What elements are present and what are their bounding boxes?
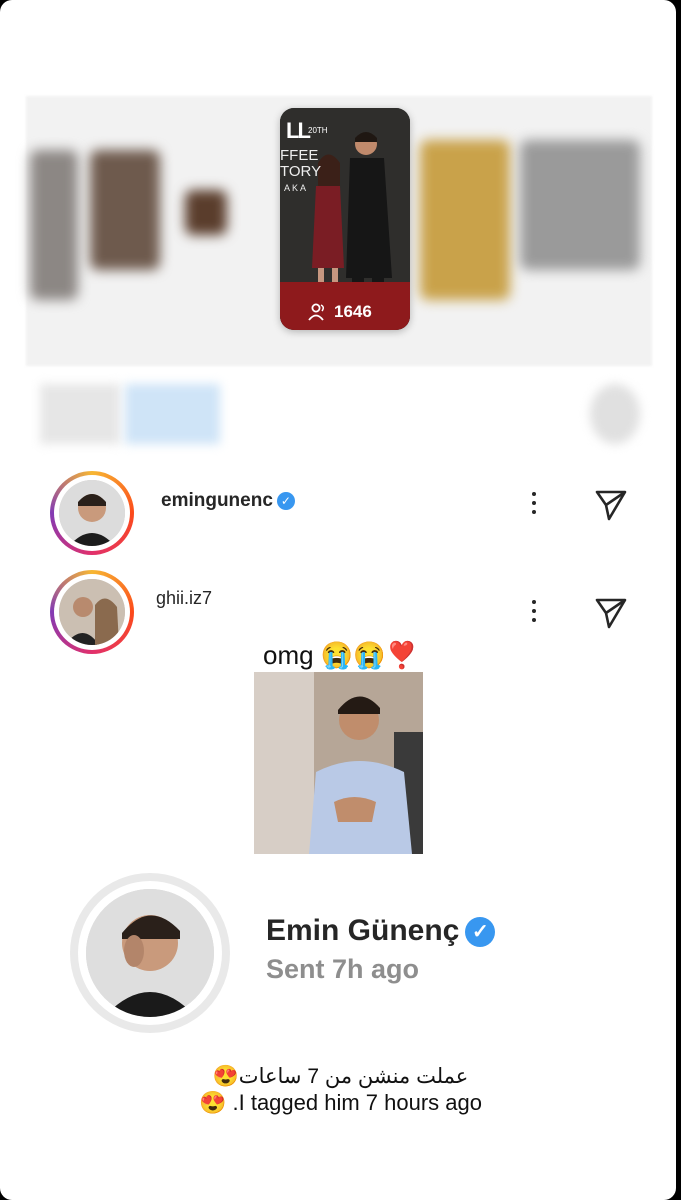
post-video[interactable]: [254, 672, 423, 854]
blurred-activity-bar: [590, 384, 640, 444]
blurred-story-thumb: [90, 150, 160, 270]
username: emingunenc: [161, 490, 273, 511]
screen-edge: [676, 0, 681, 1200]
event-anniv: 20TH: [308, 126, 328, 135]
profile-photo: [86, 889, 214, 1017]
username: ghii.iz7: [156, 588, 213, 608]
more-vert-icon[interactable]: [531, 600, 537, 627]
post-caption: omg 😭😭❣️: [263, 640, 418, 670]
post-video-frame: [254, 672, 423, 854]
brand-line: A K A: [284, 183, 307, 193]
event-brand: FFEE TORY A K A: [280, 148, 321, 196]
viewer-count-value: 1646: [334, 302, 372, 321]
story-card[interactable]: LL 20TH FFEE TORY A K A 1646: [280, 108, 410, 330]
sent-time: Sent 7h ago: [266, 954, 420, 984]
username-row[interactable]: emingunenc ✓: [161, 490, 295, 512]
blurred-activity-bar: [125, 384, 220, 444]
people-icon: [308, 303, 325, 321]
footer-english: 😍 .I tagged him 7 hours ago: [198, 1090, 482, 1115]
viewer-count[interactable]: 1646: [308, 302, 372, 322]
username-row[interactable]: ghii.iz7: [156, 588, 212, 609]
more-vert-icon[interactable]: [531, 492, 537, 519]
send-icon[interactable]: [594, 488, 628, 522]
avatar[interactable]: [59, 579, 125, 645]
blurred-story-thumb: [520, 140, 640, 270]
brand-line: FFEE: [280, 147, 319, 164]
send-icon[interactable]: [594, 596, 628, 630]
event-logo: LL: [286, 118, 311, 143]
verified-icon: ✓: [465, 917, 496, 948]
story-frame: LL 20TH FFEE TORY A K A 1646 emingunenc …: [0, 0, 676, 1200]
blurred-activity-bar: [40, 384, 120, 444]
footer-arabic: عملت منشن من 7 ساعات😍: [212, 1065, 469, 1088]
profile-avatar[interactable]: [86, 889, 214, 1017]
blurred-story-thumb: [185, 190, 227, 235]
profile-name: Emin Günenç: [266, 914, 460, 947]
avatar-photo: [59, 480, 125, 546]
brand-line: TORY: [280, 163, 322, 180]
profile-name-row[interactable]: Emin Günenç ✓: [266, 914, 496, 948]
verified-icon: ✓: [276, 491, 295, 510]
blurred-story-thumb: [420, 140, 510, 300]
avatar[interactable]: [59, 480, 125, 546]
blurred-story-thumb: [30, 150, 78, 300]
avatar-photo: [59, 579, 125, 645]
